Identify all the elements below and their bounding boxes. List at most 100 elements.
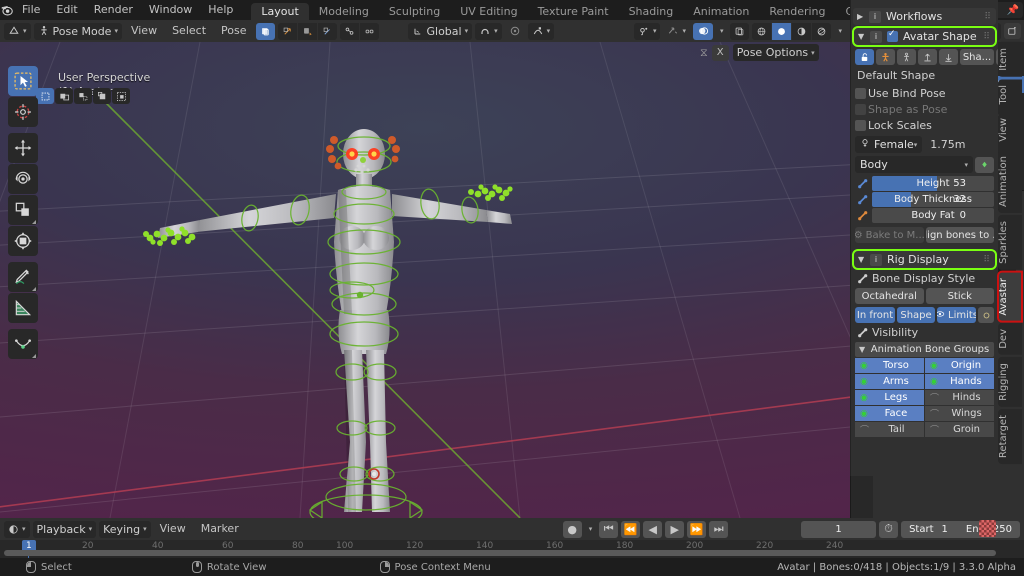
gender-selector[interactable]: Female ▾ bbox=[855, 136, 923, 153]
shape-preset-dropdown[interactable]: Sha... bbox=[960, 49, 994, 65]
eye-icon[interactable]: ◉ bbox=[860, 361, 868, 371]
bone-group-origin[interactable]: ◉ Origin bbox=[925, 358, 994, 373]
timeline-editor-type-button[interactable]: ▾ bbox=[4, 520, 30, 538]
bone-group-legs[interactable]: ◉ Legs bbox=[855, 390, 924, 405]
timeline-menu-keying[interactable]: Keying ▾ bbox=[99, 520, 151, 538]
select-mode-box-icon[interactable] bbox=[55, 88, 73, 104]
eye-closed-icon[interactable]: ⌒ bbox=[860, 423, 869, 436]
eye-icon[interactable]: ◉ bbox=[860, 409, 868, 419]
editor-type-button[interactable]: ▾ bbox=[4, 22, 31, 40]
copy-pose-icon[interactable] bbox=[255, 22, 275, 40]
toggle-shape[interactable]: Shape bbox=[897, 307, 935, 323]
tool-transform[interactable] bbox=[8, 226, 38, 256]
menu-pose[interactable]: Pose bbox=[215, 20, 252, 42]
eye-icon[interactable]: ◉ bbox=[860, 393, 868, 403]
sidebar-tab-tool[interactable]: Tool bbox=[998, 78, 1022, 111]
shading-solid-icon[interactable] bbox=[772, 22, 792, 40]
timeline-checker-icon[interactable] bbox=[979, 520, 996, 537]
transform-orientation-selector[interactable]: Global ▾ bbox=[407, 22, 473, 40]
3d-viewport[interactable]: User Perspective (1) Avatar bbox=[0, 42, 850, 518]
timeline-scrollbar[interactable] bbox=[4, 550, 996, 556]
select-mode-extend-icon[interactable] bbox=[112, 88, 130, 104]
sidebar-tab-rigging[interactable]: Rigging bbox=[998, 357, 1022, 408]
show-gizmo-button[interactable]: ▾ bbox=[633, 22, 661, 40]
next-keyframe-icon[interactable]: ⏩ bbox=[687, 520, 707, 538]
drag-dots-icon[interactable]: ⠿ bbox=[983, 255, 991, 265]
workspace-tab-layout[interactable]: Layout bbox=[251, 3, 309, 20]
sidebar-tab-view[interactable]: View bbox=[998, 112, 1022, 148]
sidebar-tab-animation[interactable]: Animation bbox=[998, 149, 1022, 213]
workspace-tab-animation[interactable]: Animation bbox=[683, 3, 759, 20]
bone-group-tail[interactable]: ⌒ Tail bbox=[855, 422, 924, 437]
shading-wireframe-icon[interactable] bbox=[752, 22, 772, 40]
workspace-tab-modeling[interactable]: Modeling bbox=[309, 3, 379, 20]
circle-toggle-icon[interactable] bbox=[978, 307, 994, 323]
avatar-shape-checkbox[interactable] bbox=[887, 29, 898, 42]
use-bind-pose-checkbox[interactable] bbox=[855, 88, 866, 99]
toggle-limits[interactable]: Limits bbox=[937, 307, 976, 323]
shading-material-preview-icon[interactable] bbox=[792, 22, 812, 40]
eye-icon[interactable]: ◉ bbox=[860, 377, 868, 387]
select-mode-circle-icon[interactable] bbox=[74, 88, 92, 104]
workspace-tab-rendering[interactable]: Rendering bbox=[759, 3, 835, 20]
select-mode-lasso-icon[interactable] bbox=[93, 88, 111, 104]
bone-group-wings[interactable]: ⌒ Wings bbox=[925, 406, 994, 421]
stopwatch-icon[interactable]: ⏱ bbox=[879, 520, 899, 538]
bone-group-groin[interactable]: ⌒ Groin bbox=[925, 422, 994, 437]
align-bones-button[interactable]: Align bones to ... bbox=[925, 227, 994, 243]
sidebar-tab-item[interactable]: Item bbox=[998, 42, 1022, 77]
eye-icon[interactable]: ◉ bbox=[930, 361, 938, 371]
shading-settings-button[interactable]: ▾ bbox=[834, 23, 846, 40]
snap-button[interactable]: ▾ bbox=[475, 22, 502, 40]
eye-closed-icon[interactable]: ⌒ bbox=[930, 391, 939, 404]
paste-pose-icon[interactable] bbox=[277, 22, 297, 40]
tool-breakdowner[interactable] bbox=[8, 329, 38, 359]
mode-selector[interactable]: Pose Mode ▾ bbox=[33, 22, 122, 40]
use-bind-pose-row[interactable]: Use Bind Pose bbox=[855, 87, 994, 100]
pin-icon[interactable]: 📌 bbox=[1006, 3, 1021, 17]
tool-tweak[interactable] bbox=[8, 66, 38, 96]
bone-constraint-icon[interactable]: ⧖ bbox=[700, 46, 708, 60]
prev-keyframe-icon[interactable]: ⏪ bbox=[621, 520, 641, 538]
bone-group-face[interactable]: ◉ Face bbox=[855, 406, 924, 421]
panel-header-workflows[interactable]: ▶ i Workflows ⠿ bbox=[853, 8, 996, 25]
eye-icon[interactable]: ◉ bbox=[930, 377, 938, 387]
pose-breakdowner-icon[interactable] bbox=[339, 22, 359, 40]
jump-to-start-icon[interactable]: ⏮ bbox=[599, 520, 619, 538]
bone-group-hands[interactable]: ◉ Hands bbox=[925, 374, 994, 389]
avatar-shape-icon[interactable] bbox=[876, 49, 895, 65]
pose-relax-icon[interactable] bbox=[359, 22, 379, 40]
import-down-icon[interactable] bbox=[939, 49, 958, 65]
panel-header-avatar-shape[interactable]: ▼ i Avatar Shape ⠿ bbox=[852, 26, 997, 47]
tool-annotate[interactable] bbox=[8, 262, 38, 292]
stickman-icon[interactable] bbox=[897, 49, 916, 65]
bone-group-arms[interactable]: ◉ Arms bbox=[855, 374, 924, 389]
play-icon[interactable]: ▶ bbox=[665, 520, 685, 538]
timeline-menu-playback[interactable]: Playback ▾ bbox=[32, 520, 97, 538]
bone-group-torso[interactable]: ◉ Torso bbox=[855, 358, 924, 373]
tool-measure[interactable] bbox=[8, 293, 38, 323]
timeline-strip[interactable]: 20 40 60 80 100 120 140 160 180 200 220 … bbox=[0, 540, 1024, 558]
jump-to-end-icon[interactable]: ⏭ bbox=[709, 520, 729, 538]
shading-rendered-icon[interactable] bbox=[812, 22, 832, 40]
toggle-in-front[interactable]: In front bbox=[855, 307, 895, 323]
menu-edit[interactable]: Edit bbox=[48, 0, 85, 20]
workspace-tab-shading[interactable]: Shading bbox=[619, 3, 684, 20]
eye-closed-icon[interactable]: ⌒ bbox=[930, 423, 939, 436]
menu-help[interactable]: Help bbox=[200, 0, 241, 20]
sidebar-tab-dev[interactable]: Dev bbox=[998, 323, 1022, 356]
workspace-tab-texture-paint[interactable]: Texture Paint bbox=[528, 3, 619, 20]
eye-closed-icon[interactable]: ⌒ bbox=[930, 407, 939, 420]
menu-file[interactable]: File bbox=[14, 0, 48, 20]
tool-scale[interactable] bbox=[8, 195, 38, 225]
sidebar-tab-avastar[interactable]: Avastar bbox=[997, 270, 1023, 323]
bone-groups-header[interactable]: ▼ Animation Bone Groups bbox=[855, 342, 994, 357]
menu-select[interactable]: Select bbox=[166, 20, 212, 42]
sidebar-tab-sparkles[interactable]: Sparkles bbox=[998, 214, 1022, 270]
menu-window[interactable]: Window bbox=[141, 0, 200, 20]
xray-settings-button[interactable]: ▾ bbox=[716, 23, 728, 40]
export-up-icon[interactable] bbox=[918, 49, 937, 65]
bone-style-octahedral-button[interactable]: Octahedral bbox=[855, 288, 924, 304]
drag-dots-icon[interactable]: ⠿ bbox=[983, 32, 991, 42]
lock-scales-row[interactable]: Lock Scales bbox=[855, 119, 994, 132]
